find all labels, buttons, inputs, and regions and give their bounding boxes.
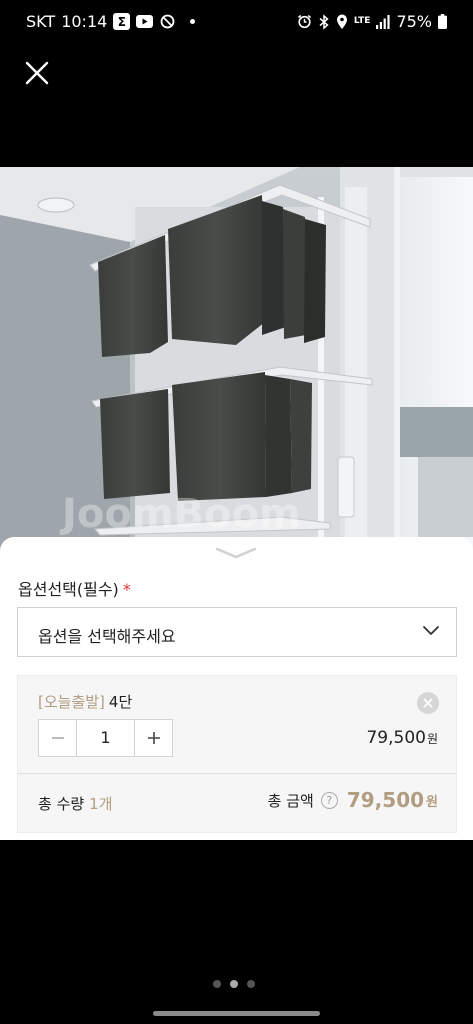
page-indicator [213, 980, 255, 988]
close-button[interactable] [22, 58, 52, 88]
page-dot [247, 980, 255, 988]
status-bar: SKT 10:14 Σ LTE 75% [0, 0, 473, 44]
battery-percent: 75% [396, 12, 432, 31]
total-amount-currency: 원 [426, 794, 438, 810]
increase-quantity-button[interactable] [134, 720, 172, 756]
total-quantity-value: 1개 [89, 795, 113, 813]
decrease-quantity-button[interactable] [39, 720, 77, 756]
selected-option-item: [오늘출발] 4단 1 79,500원 [17, 675, 457, 773]
location-icon [336, 14, 348, 30]
do-not-disturb-icon [159, 13, 176, 30]
plus-icon [147, 732, 160, 744]
minus-icon [51, 737, 64, 739]
watermark-text: JoomBoom [59, 491, 301, 537]
close-icon [25, 61, 49, 85]
home-indicator[interactable] [153, 1011, 320, 1016]
signal-icon [376, 14, 391, 29]
help-icon[interactable]: ? [320, 791, 338, 809]
option-label-text: 옵션선택(필수) [18, 580, 119, 599]
product-image: JoomBoom [0, 167, 473, 567]
network-type: LTE [353, 16, 371, 26]
option-select-placeholder: 옵션을 선택해주세요 [38, 627, 176, 646]
option-tag: [오늘출발] [38, 693, 105, 711]
close-icon [423, 698, 433, 708]
total-quantity: 총 수량 1개 [38, 793, 113, 814]
option-select[interactable]: 옵션을 선택해주세요 [17, 607, 457, 657]
notification-dot-icon [190, 19, 196, 24]
chevron-down-icon [423, 626, 439, 635]
quantity-value[interactable]: 1 [77, 720, 134, 756]
carrier-label: SKT [26, 12, 56, 31]
page-dot-active [230, 980, 238, 988]
option-name: 4단 [108, 693, 133, 711]
alarm-icon [297, 14, 312, 29]
option-label: 옵션선택(필수) * [18, 576, 131, 600]
option-price: 79,500원 [366, 728, 438, 748]
total-quantity-label: 총 수량 [38, 795, 85, 813]
option-sheet: 옵션선택(필수) * 옵션을 선택해주세요 [오늘출발] 4단 1 79,500원 … [0, 537, 473, 840]
quantity-stepper: 1 [38, 719, 173, 757]
option-price-value: 79,500 [366, 728, 426, 748]
bluetooth-icon [318, 13, 330, 30]
total-amount-value: 79,500 [346, 788, 425, 812]
required-mark: * [122, 580, 131, 599]
sheet-collapse-button[interactable] [213, 545, 259, 561]
battery-icon [438, 14, 447, 29]
selected-option-title: [오늘출발] 4단 [38, 691, 132, 712]
total-amount: 총 금액 ? 79,500 원 [268, 788, 438, 812]
total-summary: 총 수량 1개 총 금액 ? 79,500 원 [17, 773, 457, 833]
option-price-currency: 원 [426, 732, 438, 746]
youtube-icon [136, 13, 154, 30]
chevron-down-icon [215, 547, 257, 559]
remove-option-button[interactable] [417, 692, 439, 714]
sigma-app-icon: Σ [113, 13, 131, 30]
page-dot [213, 980, 221, 988]
total-amount-label: 총 금액 [267, 791, 314, 810]
clock: 10:14 [61, 12, 108, 31]
